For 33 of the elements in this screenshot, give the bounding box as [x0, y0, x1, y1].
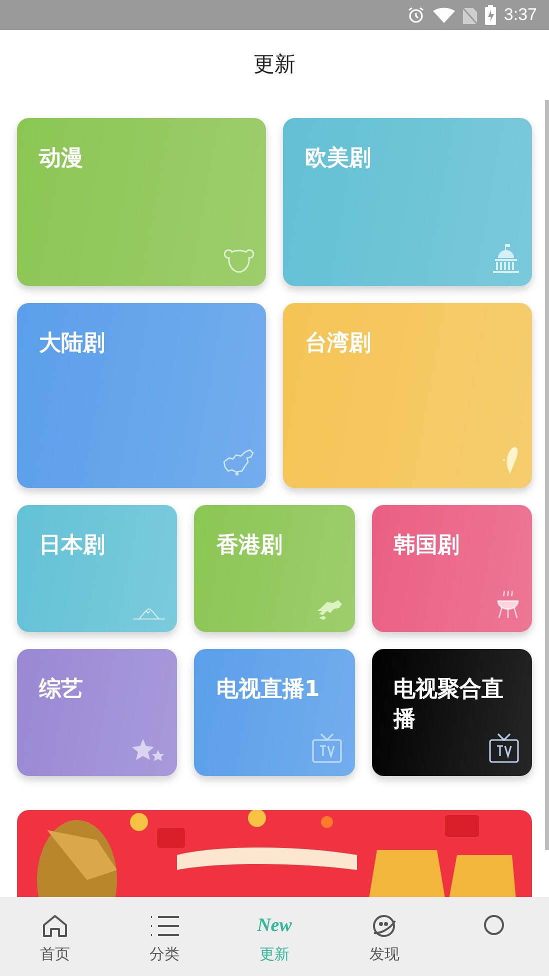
- nav-tab[interactable]: 首页: [0, 897, 110, 976]
- map-outline-icon: [222, 448, 254, 476]
- no-sim-icon: [462, 6, 477, 24]
- category-card[interactable]: 电视聚合直播: [372, 649, 532, 776]
- nav-tab[interactable]: 分类: [110, 897, 220, 976]
- category-card[interactable]: 韩国剧: [372, 505, 532, 632]
- category-card[interactable]: 大陆剧: [17, 303, 266, 488]
- category-card[interactable]: 动漫: [17, 118, 266, 286]
- page-title: 更新: [254, 51, 296, 78]
- person-icon: [482, 914, 506, 938]
- category-card[interactable]: 欧美剧: [283, 118, 532, 286]
- wifi-icon: [432, 7, 455, 23]
- island-icon: [502, 446, 520, 476]
- new-icon: New: [257, 914, 292, 938]
- capitol-building-icon: [492, 244, 520, 274]
- planet-icon: [371, 913, 398, 939]
- alarm-icon: [406, 6, 425, 24]
- grill-icon: [496, 590, 520, 620]
- nav-tab[interactable]: New 更新: [220, 897, 330, 976]
- battery-charging-icon: [484, 5, 496, 25]
- tv-icon: [310, 732, 343, 764]
- home-icon: [42, 914, 68, 938]
- category-card[interactable]: 日本剧: [17, 505, 178, 632]
- coastline-icon: [316, 600, 343, 620]
- list-icon: [150, 915, 180, 937]
- category-card[interactable]: 台湾剧: [283, 303, 532, 488]
- category-card[interactable]: 电视直播1: [194, 649, 355, 776]
- nav-tab[interactable]: 发现: [329, 897, 440, 976]
- tv-icon: [488, 732, 520, 764]
- stars-icon: [131, 738, 166, 764]
- category-card[interactable]: 综艺: [17, 649, 178, 776]
- category-card[interactable]: 香港剧: [194, 505, 355, 632]
- clock-time: 3:37: [504, 4, 537, 26]
